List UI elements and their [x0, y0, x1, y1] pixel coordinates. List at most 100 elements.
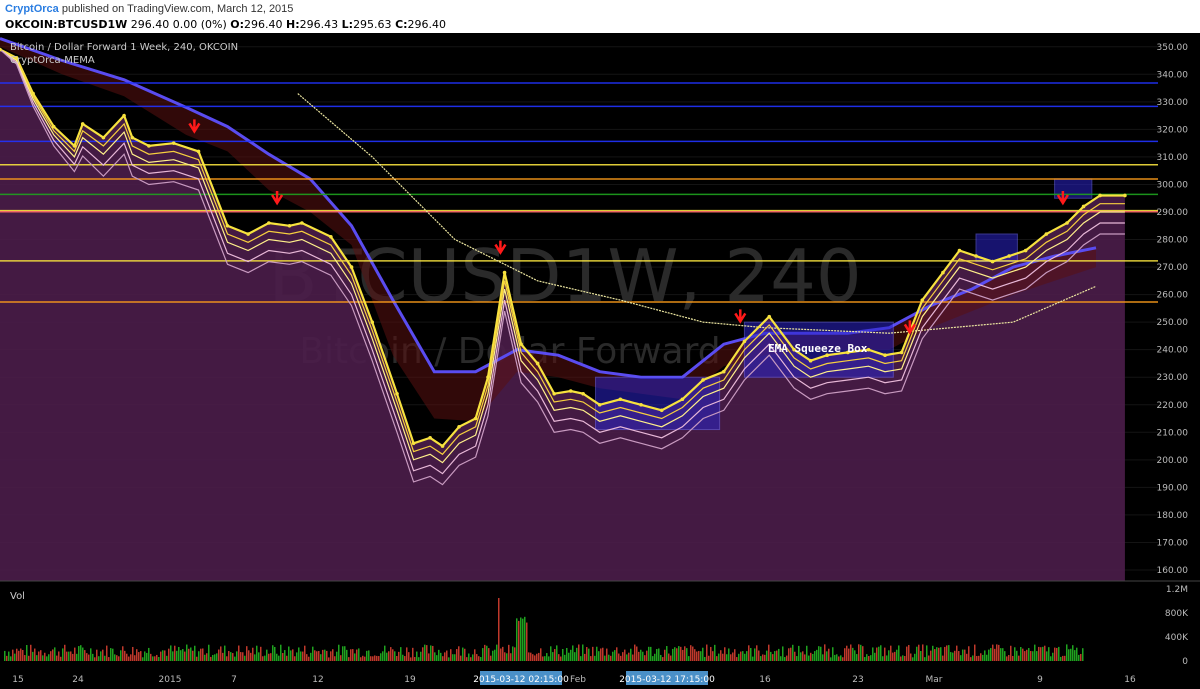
volume-bar	[38, 651, 40, 661]
volume-bar	[1040, 647, 1042, 661]
price-axis-bg	[1158, 33, 1200, 581]
volume-bar	[1012, 655, 1014, 661]
volume-bar	[464, 648, 466, 661]
price-tick: 350.00	[1157, 43, 1189, 53]
author-link[interactable]: CryptOrca	[5, 3, 59, 15]
volume-bar	[1074, 650, 1076, 661]
volume-bar	[144, 651, 146, 661]
volume-bar	[664, 649, 666, 661]
volume-bar	[264, 655, 266, 661]
volume-bar	[886, 655, 888, 661]
volume-bar	[634, 644, 636, 661]
volume-bar	[526, 622, 528, 661]
volume-bar	[178, 647, 180, 661]
time-tick: Mar	[926, 675, 943, 685]
volume-bar	[700, 651, 702, 661]
price-point	[974, 254, 978, 258]
price-point	[1123, 193, 1127, 198]
volume-bar	[210, 656, 212, 661]
time-axis[interactable]: 15 24 2015 7 12 19 Feb 16 23 Mar 9 16 2015-03-12 02:…	[0, 667, 1200, 689]
price-tick: 220.00	[1157, 401, 1189, 411]
volume-bar	[582, 644, 584, 661]
volume-bar	[936, 647, 938, 661]
volume-bar	[1002, 648, 1004, 661]
volume-bar	[398, 651, 400, 661]
volume-bar	[904, 656, 906, 661]
volume-bar	[878, 646, 880, 661]
volume-bar	[650, 646, 652, 661]
volume-bar	[716, 656, 718, 661]
volume-bar	[976, 655, 978, 661]
volume-bar	[1048, 647, 1050, 661]
volume-bar	[478, 656, 480, 661]
volume-bar	[76, 653, 78, 661]
volume-bar	[892, 652, 894, 661]
volume-bar	[990, 648, 992, 661]
time-tick: 16	[759, 675, 771, 685]
volume-bar	[838, 656, 840, 661]
volume-bar	[672, 648, 674, 661]
volume-bar	[948, 645, 950, 661]
volume-bar	[84, 650, 86, 661]
volume-bar	[624, 649, 626, 661]
volume-bar	[880, 645, 882, 661]
volume-bar	[706, 644, 708, 661]
volume-bar	[154, 656, 156, 661]
price-point	[1044, 232, 1049, 236]
volume-bar	[490, 655, 492, 661]
volume-bar	[42, 655, 44, 661]
volume-bar	[50, 651, 52, 661]
volume-bar	[726, 654, 728, 661]
volume-bar	[472, 654, 474, 661]
volume-bar	[940, 647, 942, 661]
volume-bar	[842, 657, 844, 661]
price-tick: 210.00	[1157, 428, 1189, 438]
volume-bar	[900, 656, 902, 661]
volume-bar	[852, 647, 854, 661]
volume-bar	[666, 646, 668, 661]
volume-bar	[670, 655, 672, 661]
low-value: 295.63	[353, 18, 392, 31]
symbol-name[interactable]: OKCOIN:BTCUSD1W	[5, 18, 127, 31]
volume-bar	[294, 656, 296, 661]
volume-bar	[594, 655, 596, 661]
volume-bar	[234, 656, 236, 661]
volume-bar	[1046, 651, 1048, 661]
price-point	[329, 234, 333, 239]
chart-header: CryptOrca published on TradingView.com, …	[0, 0, 1200, 33]
volume-bar	[130, 654, 132, 661]
volume-bar	[548, 656, 550, 661]
price-tick: 270.00	[1157, 263, 1189, 273]
volume-bar	[508, 644, 510, 661]
volume-bar	[12, 649, 14, 661]
volume-bar	[212, 654, 214, 661]
price-point	[370, 320, 375, 324]
volume-bar	[88, 654, 90, 661]
price-axis[interactable]: 160.00 170.00 180.00 190.00 200.00 210.00 220.…	[1157, 33, 1200, 581]
volume-bar	[734, 649, 736, 661]
volume-bar	[544, 656, 546, 661]
volume-bar	[394, 651, 396, 661]
price-tick: 240.00	[1157, 346, 1189, 356]
volume-bar	[814, 651, 816, 661]
volume-bar	[1020, 646, 1022, 661]
price-point	[639, 402, 643, 407]
volume-bar	[694, 649, 696, 661]
volume-bar	[514, 647, 516, 661]
price-chart[interactable]: BTCUSD1W, 240 Bitcoin / Dollar Forward 3…	[0, 33, 1200, 689]
volume-bar	[608, 654, 610, 661]
volume-bar	[96, 649, 98, 661]
volume-bar	[268, 653, 270, 661]
price-point	[31, 91, 35, 96]
volume-bar	[224, 645, 226, 661]
volume-bar	[190, 647, 192, 661]
volume-bar	[416, 651, 418, 661]
volume-bar	[736, 657, 738, 661]
volume-bar	[106, 645, 108, 661]
volume-bar	[270, 653, 272, 661]
volume-bar	[60, 656, 62, 661]
volume-bar	[942, 655, 944, 661]
volume-bar	[830, 657, 832, 661]
volume-bar	[340, 655, 342, 661]
volume-bar	[718, 653, 720, 661]
